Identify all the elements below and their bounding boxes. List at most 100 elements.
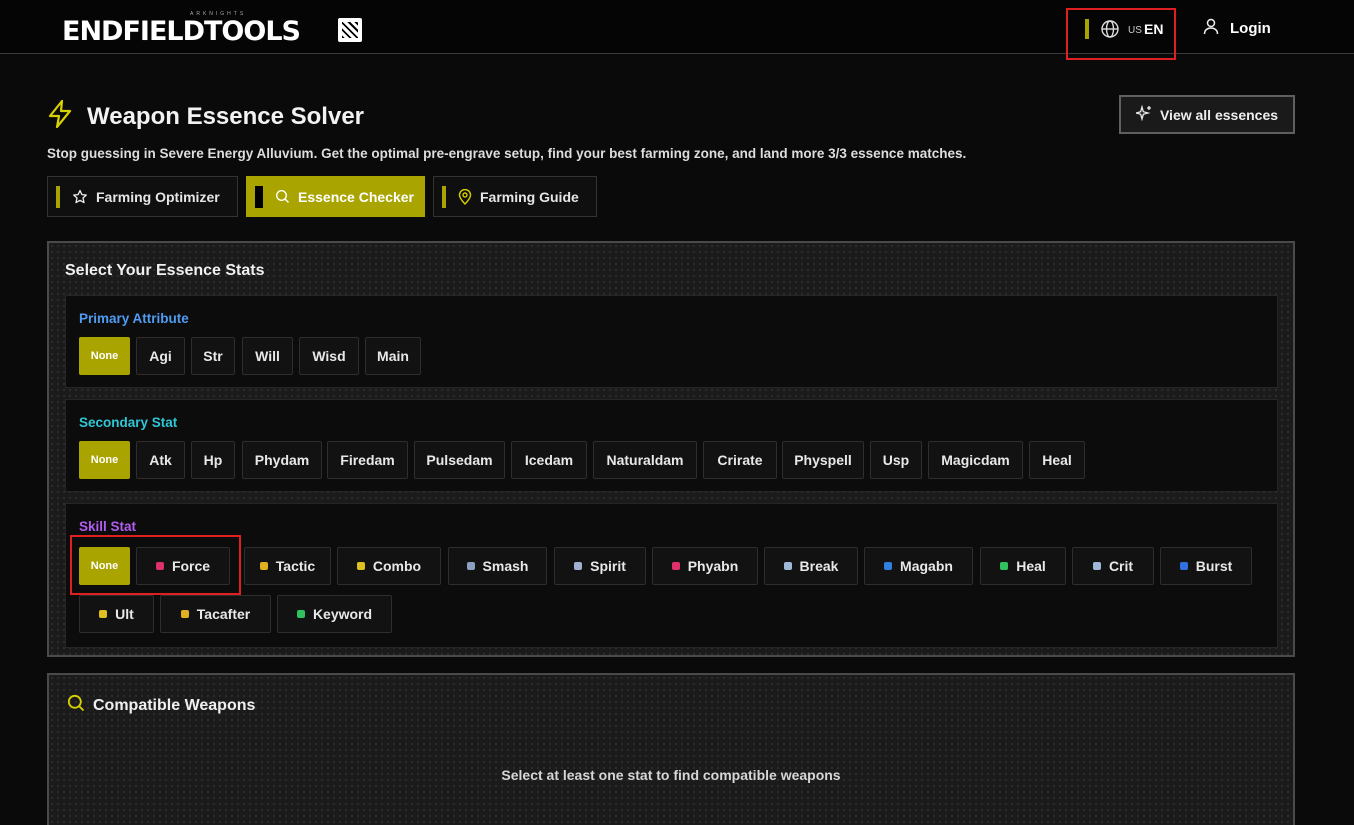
tab-farming-optimizer[interactable]: Farming Optimizer [47,176,238,217]
skill-option-force[interactable]: Force [136,547,230,585]
primary-option-agi[interactable]: Agi [136,337,185,375]
compatible-weapons-header: Compatible Weapons [67,694,255,717]
secondary-option-phydam[interactable]: Phydam [242,441,322,479]
combo-icon [356,562,365,570]
primary-option-will[interactable]: Will [242,337,293,375]
search-icon [67,694,85,717]
primary-option-none[interactable]: None [79,337,130,375]
login-label: Login [1230,19,1271,37]
tab-farming-guide[interactable]: Farming Guide [433,176,597,217]
crit-icon [1092,562,1101,570]
language-label: EN [1144,21,1164,37]
phyabn-icon [671,562,680,570]
sparkle-icon [1133,104,1152,124]
user-icon [1202,17,1220,39]
view-all-essences-label: View all essences [1159,106,1279,123]
chip-label: Crit [1108,558,1134,574]
skill-option-none[interactable]: None [79,547,130,585]
chip-label: Keyword [312,606,373,622]
tab-accent-bar [56,185,60,208]
globe-icon [1100,19,1120,44]
login-button[interactable]: Login [1202,17,1271,39]
section-label: Skill Stat [79,519,137,534]
chip-label: Force [171,558,211,574]
logo-mark-icon [338,18,362,42]
page-subtitle: Stop guessing in Severe Energy Alluvium.… [47,146,967,161]
keyword-icon [296,610,305,618]
skill-option-tacafter[interactable]: Tacafter [160,595,271,633]
top-bar: ARKNIGHTS ENDFIELDTOOLS US EN Login [0,0,1354,60]
skill-option-phyabn[interactable]: Phyabn [652,547,758,585]
language-selector[interactable]: US EN [1066,8,1176,60]
skill-option-keyword[interactable]: Keyword [277,595,392,633]
secondary-option-none[interactable]: None [79,441,130,479]
tab-accent-bar [442,185,446,208]
tab-essence-checker[interactable]: Essence Checker [246,176,425,217]
skill-option-crit[interactable]: Crit [1072,547,1154,585]
secondary-option-icedam[interactable]: Icedam [511,441,587,479]
page-header: Weapon Essence Solver [47,99,364,134]
heal-icon [1000,562,1009,570]
chip-label: Smash [482,558,529,574]
smash-icon [466,562,475,570]
secondary-option-heal[interactable]: Heal [1029,441,1085,479]
secondary-option-firedam[interactable]: Firedam [327,441,408,479]
tacafter-icon [180,610,189,618]
secondary-option-usp[interactable]: Usp [870,441,922,479]
spirit-icon [574,562,583,570]
chip-label: Heal [1016,558,1046,574]
break-icon [783,562,792,570]
skill-option-break[interactable]: Break [764,547,858,585]
ult-icon [99,610,108,618]
logo-text: ENDFIELDTOOLS [62,16,301,47]
skill-stat-section: Skill Stat None Force Tactic Combo Smash… [65,503,1278,648]
secondary-option-hp[interactable]: Hp [191,441,235,479]
language-accent-bar [1085,19,1089,39]
lightning-icon [47,99,73,134]
search-icon [275,189,290,204]
view-all-essences-button[interactable]: View all essences [1119,95,1295,134]
secondary-stat-section: Secondary Stat None Atk Hp Phydam Fireda… [65,399,1278,492]
compatible-weapons-panel: Compatible Weapons Select at least one s… [47,673,1295,825]
essence-stats-panel: Select Your Essence Stats Primary Attrib… [47,241,1295,657]
skill-option-heal[interactable]: Heal [980,547,1066,585]
skill-option-combo[interactable]: Combo [337,547,441,585]
secondary-option-atk[interactable]: Atk [136,441,185,479]
empty-state-message: Select at least one stat to find compati… [501,767,841,783]
chip-label: Break [799,558,839,574]
secondary-option-crirate[interactable]: Crirate [703,441,777,479]
skill-option-spirit[interactable]: Spirit [554,547,646,585]
panel-title: Select Your Essence Stats [65,262,265,279]
burst-icon [1179,562,1188,570]
skill-option-ult[interactable]: Ult [79,595,154,633]
tab-label: Farming Optimizer [96,188,220,205]
secondary-option-naturaldam[interactable]: Naturaldam [593,441,697,479]
section-label: Primary Attribute [79,311,189,326]
map-pin-icon [458,188,472,205]
secondary-option-pulsedam[interactable]: Pulsedam [414,441,505,479]
force-icon [155,562,164,570]
star-icon [72,189,88,205]
skill-option-magabn[interactable]: Magabn [864,547,973,585]
secondary-option-magicdam[interactable]: Magicdam [928,441,1023,479]
chip-label: Tacafter [196,606,251,622]
chip-label: Tactic [275,558,316,574]
primary-attribute-section: Primary Attribute None Agi Str Will Wisd… [65,295,1278,388]
primary-option-wisd[interactable]: Wisd [299,337,359,375]
language-region-code: US [1128,25,1142,36]
chip-label: Magabn [900,558,953,574]
section-label: Secondary Stat [79,415,178,430]
tab-label: Essence Checker [298,188,414,205]
secondary-option-physpell[interactable]: Physpell [782,441,864,479]
tab-accent-bar [255,185,263,208]
primary-option-main[interactable]: Main [365,337,421,375]
skill-option-smash[interactable]: Smash [448,547,547,585]
chip-label: Combo [372,558,422,574]
chip-label: Phyabn [687,558,739,574]
primary-option-str[interactable]: Str [191,337,235,375]
skill-option-burst[interactable]: Burst [1160,547,1252,585]
compatible-weapons-title: Compatible Weapons [93,696,256,714]
chip-label: Burst [1195,558,1233,574]
magabn-icon [884,562,893,570]
skill-option-tactic[interactable]: Tactic [244,547,331,585]
